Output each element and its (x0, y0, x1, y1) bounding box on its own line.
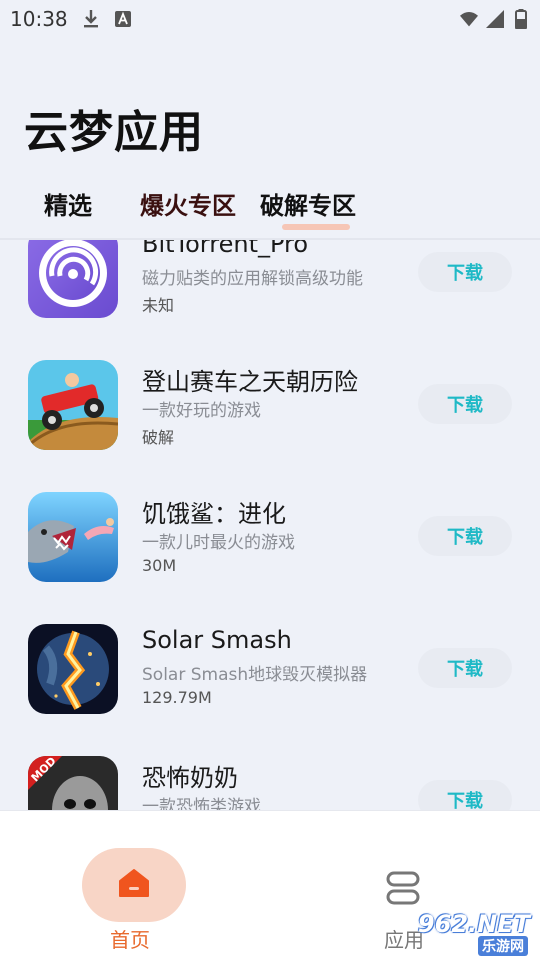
nav-home-label[interactable]: 首页 (110, 924, 150, 953)
site-watermark: 962.NET 乐游网 (400, 910, 534, 956)
app-meta: 破解 (142, 428, 175, 447)
list-item[interactable]: Solar Smash Solar Smash地球毁灭模拟器 129.79M 下… (0, 610, 540, 742)
granny-icon: MOD (28, 756, 118, 810)
app-description: 一款恐怖类游戏 (142, 797, 261, 810)
app-list: BitTorrent_Pro 磁力贴类的应用解锁高级功能 未知 下载 登山赛车之 (0, 240, 540, 810)
hill-climb-racing-icon (28, 360, 118, 450)
app-name: 饥饿鲨：进化 (142, 500, 286, 528)
app-name: Solar Smash (142, 626, 292, 654)
wifi-icon (460, 10, 478, 28)
solar-smash-icon (28, 624, 118, 714)
app-meta: 129.79M (142, 688, 212, 707)
home-icon (118, 868, 150, 902)
bittorrent-icon (28, 240, 118, 318)
app-description: Solar Smash地球毁灭模拟器 (142, 665, 368, 685)
watermark-sub: 乐游网 (478, 936, 528, 956)
list-item[interactable]: MOD 恐怖奶奶 一款恐怖类游戏 下载 (0, 742, 540, 810)
app-description: 一款儿时最火的游戏 (142, 533, 295, 553)
tab-bar: 精选 爆火专区 破解专区 (0, 180, 540, 236)
app-name: BitTorrent_Pro (142, 240, 309, 258)
app-meta: 未知 (142, 296, 175, 315)
status-bar: 10:38 (0, 0, 540, 38)
cell-signal-icon (486, 10, 504, 28)
download-button[interactable]: 下载 (418, 384, 512, 424)
status-time: 10:38 (10, 7, 68, 31)
apps-icon[interactable] (384, 871, 422, 905)
app-description: 磁力贴类的应用解锁高级功能 (142, 269, 363, 289)
download-button[interactable]: 下载 (418, 780, 512, 810)
tab-featured[interactable]: 精选 (44, 186, 92, 221)
list-item[interactable]: 饥饿鲨：进化 一款儿时最火的游戏 30M 下载 (0, 478, 540, 610)
nav-home-button[interactable] (82, 848, 186, 922)
app-list-viewport[interactable]: BitTorrent_Pro 磁力贴类的应用解锁高级功能 未知 下载 登山赛车之 (0, 240, 540, 810)
tab-active-indicator (282, 224, 350, 230)
watermark-main: 962.NET (417, 910, 530, 938)
tab-cracked-zone[interactable]: 破解专区 (260, 186, 356, 221)
list-item[interactable]: BitTorrent_Pro 磁力贴类的应用解锁高级功能 未知 下载 (0, 240, 540, 346)
battery-icon (512, 9, 530, 29)
font-badge-icon (114, 10, 132, 28)
download-icon (82, 10, 100, 28)
list-item[interactable]: 登山赛车之天朝历险 一款好玩的游戏 破解 下载 (0, 346, 540, 478)
download-button[interactable]: 下载 (418, 516, 512, 556)
download-button[interactable]: 下载 (418, 648, 512, 688)
app-meta: 30M (142, 556, 177, 575)
page-title: 云梦应用 (24, 107, 204, 158)
app-description: 一款好玩的游戏 (142, 401, 261, 421)
app-name: 登山赛车之天朝历险 (142, 368, 358, 396)
hungry-shark-icon (28, 492, 118, 582)
download-button[interactable]: 下载 (418, 252, 512, 292)
app-name: 恐怖奶奶 (142, 764, 238, 792)
tab-hot-zone[interactable]: 爆火专区 (140, 186, 236, 221)
